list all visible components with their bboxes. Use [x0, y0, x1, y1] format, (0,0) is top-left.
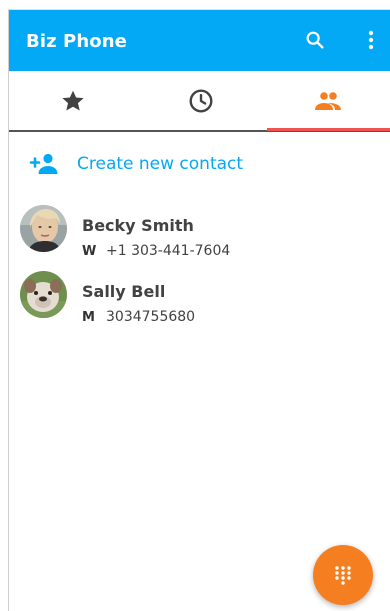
phone-type-label: M [82, 310, 95, 325]
app-window: Biz Phone Create new contact Becky Smith… [8, 9, 390, 611]
search-icon [306, 31, 324, 49]
app-title: Biz Phone [26, 31, 127, 52]
tab-recents[interactable] [137, 71, 265, 130]
app-bar: Biz Phone [9, 10, 390, 71]
dialpad-icon [335, 566, 351, 585]
more-vert-icon [368, 30, 374, 50]
contact-row[interactable]: Sally Bell M 3034755680 [9, 269, 390, 325]
phone-number: 3034755680 [106, 309, 196, 325]
contact-name: Sally Bell [82, 282, 166, 301]
people-icon [315, 91, 341, 110]
dialpad-button[interactable] [313, 545, 373, 605]
phone-type-label: W [82, 244, 97, 259]
active-tab-indicator [267, 128, 390, 131]
avatar [20, 205, 67, 252]
search-button[interactable] [301, 26, 329, 54]
contact-name: Becky Smith [82, 216, 194, 235]
more-options-button[interactable] [361, 26, 381, 54]
avatar [20, 271, 67, 318]
tab-favorites[interactable] [9, 71, 137, 130]
create-contact-row[interactable]: Create new contact [9, 150, 390, 180]
tab-contacts[interactable] [265, 71, 390, 130]
create-contact-label: Create new contact [77, 154, 244, 174]
contact-row[interactable]: Becky Smith W +1 303-441-7604 [9, 202, 390, 259]
tab-bar [9, 71, 390, 132]
add-person-icon [29, 152, 59, 181]
star-icon [62, 90, 84, 111]
clock-icon [189, 89, 213, 112]
phone-number: +1 303-441-7604 [106, 243, 231, 259]
